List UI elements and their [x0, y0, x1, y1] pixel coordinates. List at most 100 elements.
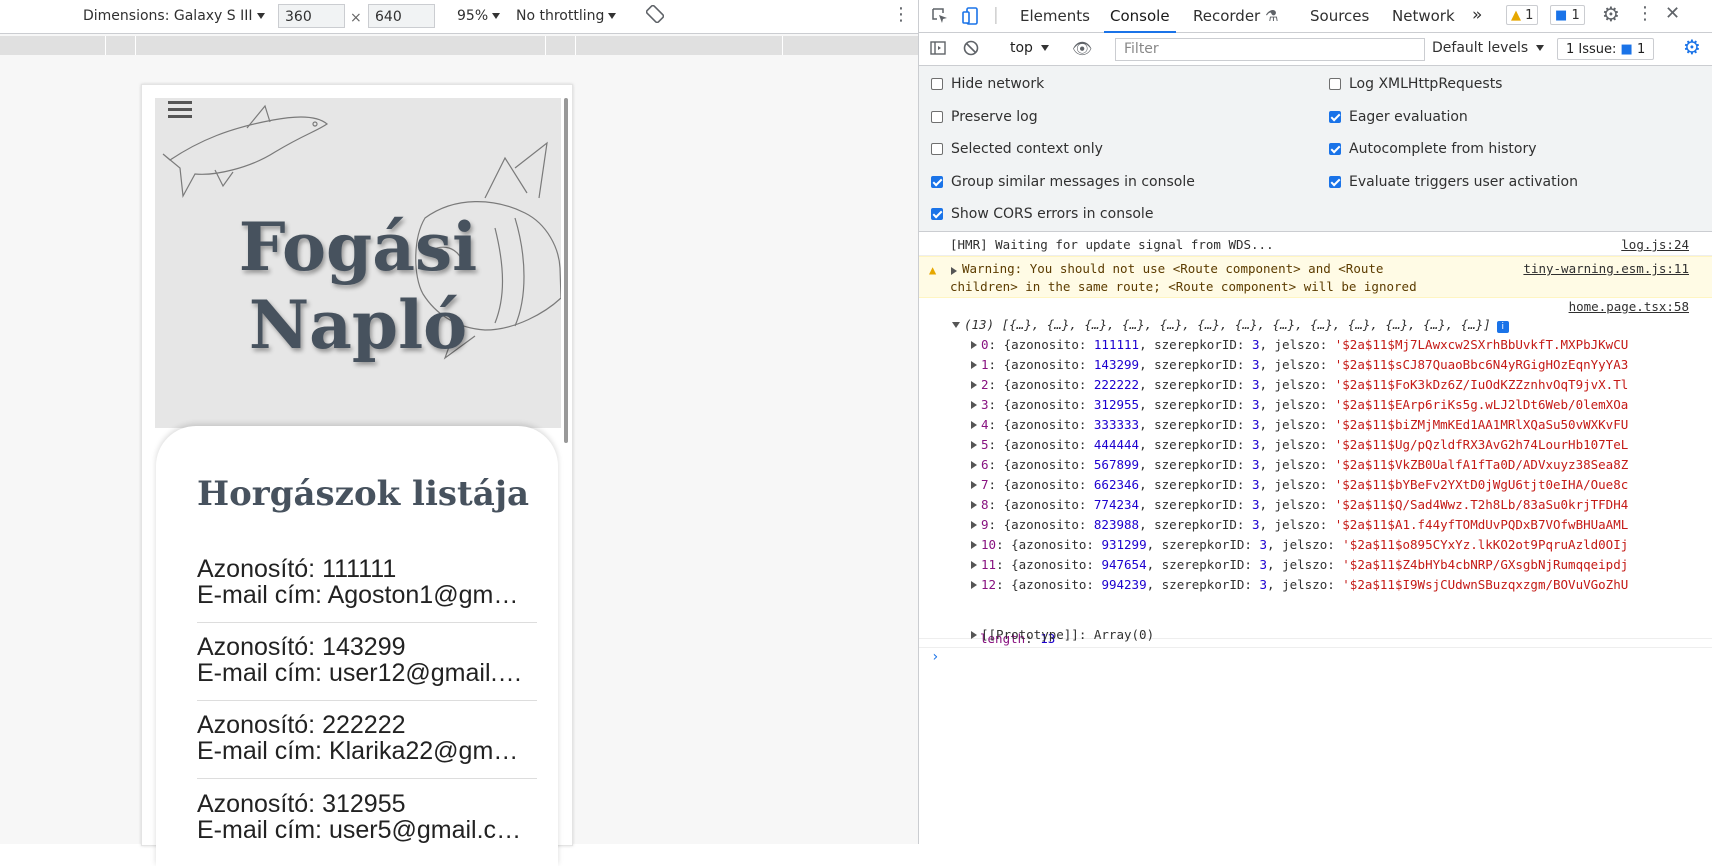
inspect-element-icon[interactable] — [931, 7, 949, 29]
expand-triangle-icon[interactable] — [971, 561, 977, 569]
row-index: 5 — [981, 437, 989, 452]
source-link[interactable]: log.js:24 — [1621, 237, 1689, 252]
expand-triangle-icon[interactable] — [971, 481, 977, 489]
expand-triangle-icon[interactable] — [971, 501, 977, 509]
zoom-dropdown[interactable]: 95% — [457, 8, 501, 24]
array-row[interactable]: 2: {azonosito: 222222, szerepkorID: 3, j… — [971, 375, 1628, 394]
warning-icon: ▲ — [1511, 8, 1521, 23]
expand-triangle-icon[interactable] — [971, 541, 977, 549]
array-row[interactable]: 1: {azonosito: 143299, szerepkorID: 3, j… — [971, 355, 1628, 374]
list-item[interactable]: Azonosító: 111111 E-mail cím: Agoston1@g… — [197, 556, 537, 623]
log-levels-dropdown[interactable]: Default levels — [1432, 40, 1545, 56]
settings-gear-icon[interactable]: ⚙ — [1602, 4, 1620, 24]
checkbox[interactable] — [1329, 111, 1341, 123]
tab-recorder[interactable]: Recorder ⚗ — [1193, 7, 1278, 25]
rotate-icon[interactable] — [645, 4, 665, 27]
console-settings-gear-icon[interactable]: ⚙ — [1683, 37, 1701, 57]
checkbox[interactable] — [931, 208, 943, 220]
row-jelszo: '$2a$11$Mj7LAwxcw2SXrhBbUvkfT.MXPbJKwCU — [1334, 337, 1629, 352]
expand-triangle-icon[interactable] — [971, 361, 977, 369]
expand-triangle-icon[interactable] — [971, 341, 977, 349]
array-row[interactable]: 6: {azonosito: 567899, szerepkorID: 3, j… — [971, 455, 1628, 474]
divider — [919, 647, 1712, 648]
tab-network[interactable]: Network — [1392, 7, 1455, 25]
console-prompt[interactable]: › — [931, 649, 939, 665]
checkbox[interactable] — [931, 111, 943, 123]
checkbox[interactable] — [1329, 143, 1341, 155]
warnings-badge[interactable]: ▲ 1 — [1506, 5, 1539, 25]
checkbox[interactable] — [1329, 176, 1341, 188]
user-email: E-mail cím: user12@gmail.com — [197, 660, 527, 686]
expand-triangle-icon[interactable] — [971, 421, 977, 429]
tab-console[interactable]: Console — [1104, 7, 1176, 33]
hide-network-checkbox[interactable]: Hide network — [931, 76, 1044, 92]
scrollbar[interactable] — [564, 98, 568, 443]
more-tabs-icon[interactable]: » — [1472, 5, 1482, 25]
array-row[interactable]: 10: {azonosito: 931299, szerepkorID: 3, … — [971, 535, 1628, 554]
divider — [197, 700, 537, 701]
array-header[interactable]: (13) [{…}, {…}, {…}, {…}, {…}, {…}, {…},… — [952, 315, 1509, 334]
tab-elements[interactable]: Elements — [1020, 7, 1090, 25]
expand-triangle-icon[interactable] — [971, 381, 977, 389]
array-row[interactable]: 3: {azonosito: 312955, szerepkorID: 3, j… — [971, 395, 1628, 414]
expand-triangle-icon[interactable] — [971, 521, 977, 529]
list-item[interactable]: Azonosító: 312955 E-mail cím: user5@gmai… — [197, 791, 537, 843]
expand-triangle-icon[interactable] — [971, 441, 977, 449]
width-input[interactable]: 360 — [278, 4, 345, 28]
expand-triangle-icon[interactable] — [971, 401, 977, 409]
source-link[interactable]: tiny-warning.esm.js:11 — [1523, 261, 1689, 276]
array-row[interactable]: 4: {azonosito: 333333, szerepkorID: 3, j… — [971, 415, 1628, 434]
chevron-down-icon — [1536, 45, 1545, 51]
eager-evaluation-checkbox[interactable]: Eager evaluation — [1329, 109, 1468, 125]
selected-context-checkbox[interactable]: Selected context only — [931, 141, 1103, 157]
array-row[interactable]: 11: {azonosito: 947654, szerepkorID: 3, … — [971, 555, 1628, 574]
array-row[interactable]: 5: {azonosito: 444444, szerepkorID: 3, j… — [971, 435, 1628, 454]
source-link[interactable]: home.page.tsx:58 — [1569, 299, 1689, 314]
clear-console-icon[interactable] — [962, 39, 980, 61]
preserve-log-checkbox[interactable]: Preserve log — [931, 109, 1038, 125]
array-row[interactable]: 12: {azonosito: 994239, szerepkorID: 3, … — [971, 575, 1628, 594]
hamburger-menu-icon[interactable] — [168, 101, 192, 122]
device-toggle-icon[interactable] — [961, 6, 981, 30]
log-xhr-checkbox[interactable]: Log XMLHttpRequests — [1329, 76, 1502, 92]
messages-badge[interactable]: ■ 1 — [1550, 5, 1585, 25]
list-item[interactable]: Azonosító: 143299 E-mail cím: user12@gma… — [197, 634, 537, 701]
divider — [197, 778, 537, 779]
checkbox[interactable] — [931, 78, 943, 90]
row-azonosito: 143299 — [1093, 357, 1140, 372]
group-similar-checkbox[interactable]: Group similar messages in console — [931, 174, 1195, 190]
dimensions-dropdown[interactable]: Dimensions: Galaxy S III — [83, 8, 265, 24]
close-icon[interactable]: ✕ — [1665, 5, 1680, 23]
sidebar-toggle-icon[interactable] — [929, 39, 947, 61]
checkbox[interactable] — [931, 143, 943, 155]
hero-title: Fogási Napló — [155, 208, 561, 364]
row-index: 2 — [981, 377, 989, 392]
throttling-dropdown[interactable]: No throttling — [516, 8, 617, 24]
live-expression-eye-icon[interactable]: 👁 — [1072, 40, 1092, 58]
device-toolbar: Dimensions: Galaxy S III 360 × 640 95% N… — [0, 0, 918, 34]
customize-menu-icon[interactable]: ⋮ — [1636, 5, 1654, 23]
prototype-row[interactable]: [[Prototype]]: Array(0) — [971, 625, 1154, 644]
checkbox[interactable] — [931, 176, 943, 188]
height-input[interactable]: 640 — [368, 4, 435, 28]
row-jelszo: '$2a$11$Ug/pQzldfRX3AvG2h74LourHb107TeL — [1334, 437, 1629, 452]
expand-triangle-icon[interactable] — [971, 581, 977, 589]
cors-errors-checkbox[interactable]: Show CORS errors in console — [931, 206, 1153, 222]
filter-input[interactable]: Filter — [1115, 38, 1425, 61]
array-row[interactable]: 8: {azonosito: 774234, szerepkorID: 3, j… — [971, 495, 1628, 514]
checkbox[interactable] — [1329, 78, 1341, 90]
more-options-icon[interactable]: ⋮ — [892, 4, 910, 25]
divider — [197, 622, 537, 623]
array-row[interactable]: 0: {azonosito: 111111, szerepkorID: 3, j… — [971, 335, 1628, 354]
eval-triggers-checkbox[interactable]: Evaluate triggers user activation — [1329, 174, 1578, 190]
context-dropdown[interactable]: top — [1010, 40, 1049, 56]
tab-sources[interactable]: Sources — [1310, 7, 1369, 25]
collapse-triangle-icon[interactable] — [952, 322, 960, 328]
expand-triangle-icon[interactable] — [971, 461, 977, 469]
array-row[interactable]: 7: {azonosito: 662346, szerepkorID: 3, j… — [971, 475, 1628, 494]
list-item[interactable]: Azonosító: 222222 E-mail cím: Klarika22@… — [197, 712, 537, 779]
issues-button[interactable]: 1 Issue: ■ 1 — [1557, 38, 1655, 60]
array-row[interactable]: 9: {azonosito: 823988, szerepkorID: 3, j… — [971, 515, 1628, 534]
expand-triangle-icon[interactable] — [951, 263, 961, 278]
autocomplete-checkbox[interactable]: Autocomplete from history — [1329, 141, 1537, 157]
